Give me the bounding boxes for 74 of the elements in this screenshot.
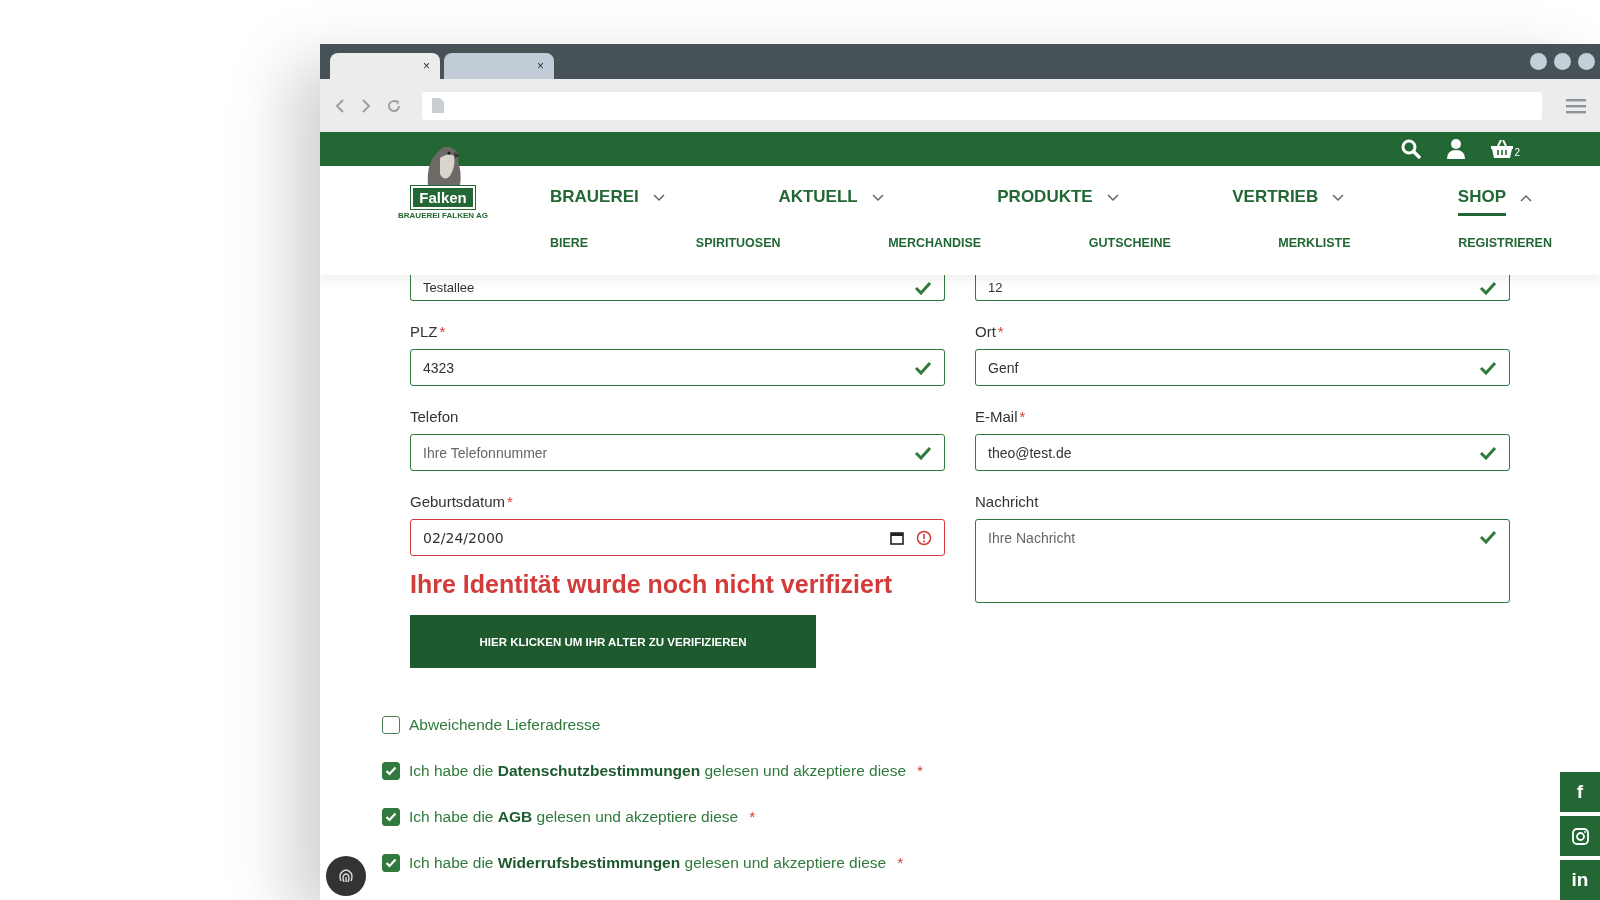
input-field[interactable]: 12 [975, 275, 1510, 301]
input-field[interactable]: theo@test.de [975, 434, 1510, 471]
check-icon [1479, 445, 1497, 460]
field-label: Geburtsdatum [410, 493, 506, 510]
subnav-link[interactable]: MERKLISTE [1278, 236, 1351, 250]
chevron-down-icon[interactable] [1332, 194, 1345, 202]
browser-tab[interactable]: × [444, 53, 554, 79]
check-icon [1479, 280, 1497, 295]
check-icon [914, 280, 932, 295]
required-mark: * [997, 323, 1004, 340]
basket-icon[interactable] [1491, 140, 1514, 158]
required-mark: * [749, 808, 756, 826]
chevron-down-icon[interactable] [1106, 194, 1119, 202]
required-mark: * [897, 854, 904, 872]
verify-age-button[interactable]: HIER KLICKEN UM IHR ALTER ZU VERIFIZIEREN [410, 615, 816, 668]
check-icon [1479, 530, 1497, 544]
cart-count: 2 [1514, 147, 1520, 158]
input-field[interactable]: Testallee [410, 275, 945, 301]
chevron-up-icon[interactable] [1520, 194, 1532, 202]
linkedin-link[interactable]: in [1560, 860, 1600, 900]
chevron-down-icon[interactable] [652, 194, 665, 202]
field-label: Telefon [410, 408, 459, 425]
subnav-link[interactable]: BIERE [550, 236, 589, 250]
instagram-link[interactable] [1560, 816, 1600, 856]
input-field[interactable]: Ihre Nachricht [975, 519, 1510, 603]
subnav-link[interactable]: GUTSCHEINE [1088, 236, 1171, 250]
privacy-settings-button[interactable] [326, 856, 366, 896]
checkbox[interactable] [382, 716, 400, 734]
nav-link[interactable]: BRAUEREI [550, 180, 639, 216]
checkbox-label[interactable]: Ich habe die AGB gelesen und akzeptiere diese [409, 808, 739, 826]
logo-wordmark[interactable]: Falken [411, 186, 475, 209]
calendar-icon[interactable] [890, 530, 904, 545]
input-field[interactable]: Ihre Telefonnummer [410, 434, 945, 471]
error-message: Ihre Identität wurde noch nicht verifiziert [410, 570, 893, 599]
checkbox[interactable] [382, 762, 400, 780]
nav-link[interactable]: PRODUKTE [997, 180, 1093, 216]
input-field[interactable]: 4323 [410, 349, 945, 386]
nav-link[interactable]: AKTUELL [778, 180, 858, 216]
checkbox-label[interactable]: Abweichende Lieferadresse [409, 716, 601, 734]
required-mark: * [917, 762, 924, 780]
alert-icon [916, 529, 932, 546]
checkbox-label[interactable]: Ich habe die Datenschutzbestimmungen gelesen und akzeptiere diese [409, 762, 907, 780]
check-icon [1479, 360, 1497, 375]
window-control-icon[interactable] [1554, 53, 1571, 70]
logo-subtitle: BRAUEREI FALKEN AG [398, 211, 488, 220]
field-label: Nachricht [975, 493, 1039, 510]
input-field[interactable]: Genf [975, 349, 1510, 386]
search-icon[interactable] [1401, 139, 1422, 159]
facebook-link[interactable]: f [1560, 772, 1600, 812]
chevron-down-icon[interactable] [871, 194, 884, 202]
required-mark: * [439, 323, 446, 340]
page-icon [432, 98, 444, 113]
nav-link[interactable]: VERTRIEB [1232, 180, 1319, 216]
subnav-link[interactable]: MERCHANDISE [888, 236, 982, 250]
field-label: PLZ [410, 323, 438, 340]
required-mark: * [507, 493, 513, 510]
subnav-link[interactable]: SPIRITUOSEN [695, 236, 781, 250]
required-mark: * [1019, 408, 1026, 425]
user-icon[interactable] [1447, 139, 1466, 159]
input-field[interactable]: 02/24/2000 [410, 519, 945, 556]
camera-icon [1571, 827, 1589, 845]
window-control-icon[interactable] [1530, 53, 1547, 70]
nav-link[interactable]: SHOP [1457, 180, 1506, 216]
field-label: E-Mail [975, 408, 1018, 425]
field-label: Ort [975, 323, 996, 340]
browser-tab[interactable]: × [330, 53, 440, 79]
check-icon [914, 445, 932, 460]
checkbox[interactable] [382, 808, 400, 826]
window-control-icon[interactable] [1578, 53, 1595, 70]
menu-icon[interactable] [1566, 97, 1586, 114]
subnav-link[interactable]: REGISTRIEREN [1458, 236, 1552, 250]
checkbox[interactable] [382, 854, 400, 872]
checkbox-label[interactable]: Ich habe die Widerrufsbestimmungen gelesen und akzeptiere diese [409, 854, 887, 872]
check-icon [914, 360, 932, 375]
